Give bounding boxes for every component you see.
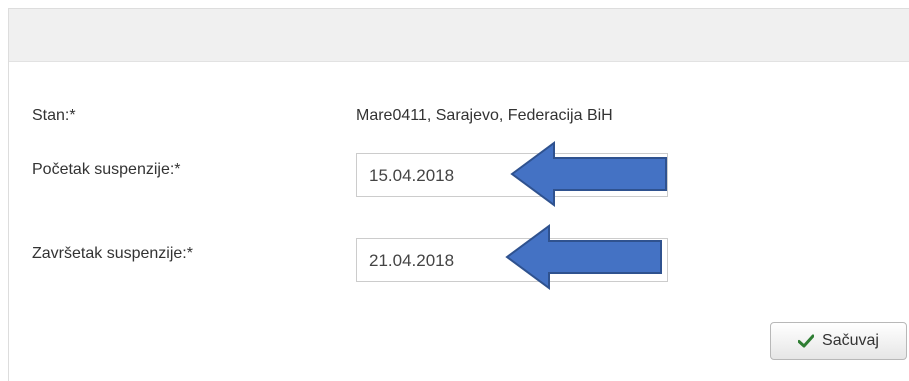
save-button-label: Sačuvaj bbox=[822, 332, 879, 349]
arrow-end-icon bbox=[505, 224, 662, 290]
stan-value: Mare0411, Sarajevo, Federacija BiH bbox=[356, 107, 613, 124]
save-button[interactable]: Sačuvaj bbox=[770, 322, 907, 360]
stan-label: Stan:* bbox=[32, 107, 76, 124]
arrow-start-icon bbox=[510, 141, 667, 207]
end-date-label: Završetak suspenzije:* bbox=[32, 245, 193, 262]
panel-header bbox=[9, 9, 909, 62]
check-icon bbox=[798, 334, 815, 348]
start-date-label: Početak suspenzije:* bbox=[32, 161, 181, 178]
